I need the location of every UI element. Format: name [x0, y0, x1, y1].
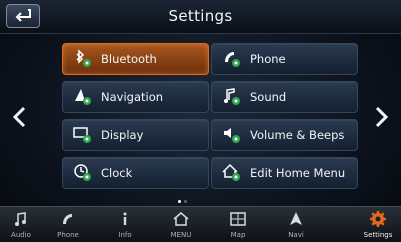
map-icon — [228, 209, 248, 229]
tab-label: Audio — [11, 231, 31, 239]
menu-item-label: Edit Home Menu — [250, 166, 346, 180]
tab-label: MENU — [170, 231, 192, 239]
tab-map[interactable]: Map — [216, 207, 260, 242]
page-indicator-active — [178, 200, 181, 203]
tab-label: Settings — [363, 231, 393, 239]
settings-screen: Settings Bluetooth Phone Navigation Soun… — [0, 0, 401, 242]
display-gear-icon — [72, 124, 94, 146]
header-bar: Settings — [0, 0, 401, 34]
menu-item-phone[interactable]: Phone — [211, 43, 358, 75]
menu-item-label: Sound — [250, 90, 287, 104]
tab-label: Map — [230, 231, 246, 239]
next-page-button[interactable] — [371, 102, 393, 136]
menu-item-bluetooth[interactable]: Bluetooth — [62, 43, 209, 75]
tab-menu[interactable]: MENU — [159, 207, 203, 242]
page-indicator — [184, 200, 187, 203]
navigation-gear-icon — [72, 86, 94, 108]
navigation-arrow-icon — [286, 209, 306, 229]
menu-item-label: Volume & Beeps — [250, 128, 345, 142]
tab-settings[interactable]: Settings — [356, 207, 400, 242]
tab-info[interactable]: Info — [103, 207, 147, 242]
music-note-icon — [11, 209, 31, 229]
clock-gear-icon — [72, 162, 94, 184]
menu-item-clock[interactable]: Clock — [62, 157, 209, 189]
chevron-left-icon — [12, 106, 26, 132]
home-gear-icon — [221, 162, 243, 184]
phone-gear-icon — [221, 48, 243, 70]
tab-label: Phone — [57, 231, 79, 239]
tab-label: Info — [118, 231, 132, 239]
tab-navi[interactable]: Navi — [274, 207, 318, 242]
menu-item-label: Navigation — [101, 90, 164, 104]
speaker-gear-icon — [221, 124, 243, 146]
menu-item-label: Clock — [101, 166, 133, 180]
menu-item-label: Phone — [250, 52, 286, 66]
gear-icon — [368, 209, 388, 229]
music-note-gear-icon — [221, 86, 243, 108]
chevron-right-icon — [375, 106, 389, 132]
menu-item-label: Bluetooth — [101, 52, 157, 66]
tab-phone[interactable]: Phone — [46, 207, 90, 242]
menu-item-edit-home-menu[interactable]: Edit Home Menu — [211, 157, 358, 189]
menu-item-sound[interactable]: Sound — [211, 81, 358, 113]
menu-item-volume-beeps[interactable]: Volume & Beeps — [211, 119, 358, 151]
home-icon — [171, 209, 191, 229]
phone-icon — [58, 209, 78, 229]
bluetooth-gear-icon — [72, 48, 94, 70]
menu-item-label: Display — [101, 128, 144, 142]
menu-item-navigation[interactable]: Navigation — [62, 81, 209, 113]
page-title: Settings — [168, 7, 233, 25]
tab-audio[interactable]: Audio — [0, 207, 43, 242]
info-icon — [115, 209, 135, 229]
tab-label: Navi — [288, 231, 304, 239]
bottom-nav-bar: Audio Phone Info MENU Map Navi Settings — [0, 206, 401, 242]
menu-item-display[interactable]: Display — [62, 119, 209, 151]
previous-page-button[interactable] — [8, 102, 30, 136]
